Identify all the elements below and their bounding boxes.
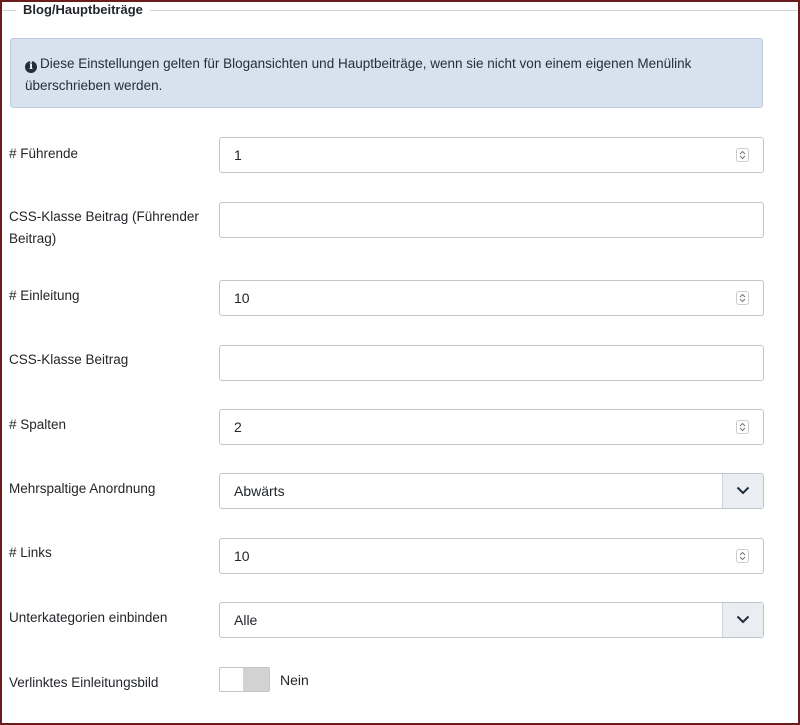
links-number-input[interactable]: 10 bbox=[219, 538, 764, 574]
multi-column-order-select[interactable]: Abwärts bbox=[219, 473, 764, 509]
info-text-line1: Diese Einstellungen gelten für Blogansic… bbox=[40, 56, 692, 71]
label-leading-css-line2: Beitrag) bbox=[9, 231, 57, 246]
spinner-arrows-icon[interactable] bbox=[736, 148, 749, 162]
spinner-arrows-icon[interactable] bbox=[736, 291, 749, 305]
label-intro-css: CSS-Klasse Beitrag bbox=[9, 352, 129, 367]
intro-number-input[interactable]: 10 bbox=[219, 280, 764, 316]
info-text-line2: überschrieben werden. bbox=[25, 78, 163, 93]
spinner-arrows-icon[interactable] bbox=[736, 420, 749, 434]
chevron-down-icon[interactable] bbox=[722, 603, 763, 637]
label-multi-column-order: Mehrspaltige Anordnung bbox=[9, 481, 156, 496]
subcategories-select[interactable]: Alle bbox=[219, 602, 764, 638]
spinner-arrows-icon[interactable] bbox=[736, 549, 749, 563]
label-leading: # Führende bbox=[9, 146, 79, 161]
label-links: # Links bbox=[9, 545, 52, 560]
links-value: 10 bbox=[234, 548, 250, 564]
multi-column-order-selected: Abwärts bbox=[234, 483, 285, 499]
label-leading-css-line1: CSS-Klasse Beitrag (Führender bbox=[9, 209, 199, 224]
intro-css-input[interactable] bbox=[219, 345, 764, 381]
leading-css-input[interactable] bbox=[219, 202, 764, 238]
columns-number-input[interactable]: 2 bbox=[219, 409, 764, 445]
label-intro: # Einleitung bbox=[9, 288, 80, 303]
label-linked-intro-image: Verlinktes Einleitungsbild bbox=[9, 675, 159, 690]
label-subcategories: Unterkategorien einbinden bbox=[9, 610, 168, 625]
linked-intro-image-state: Nein bbox=[280, 672, 309, 688]
fieldset-legend: Blog/Hauptbeiträge bbox=[16, 2, 150, 17]
label-leading-css: CSS-Klasse Beitrag (Führender Beitrag) bbox=[9, 206, 209, 250]
linked-intro-image-toggle[interactable] bbox=[219, 667, 270, 692]
columns-value: 2 bbox=[234, 419, 242, 435]
leading-value: 1 bbox=[234, 147, 242, 163]
info-alert: i Diese Einstellungen gelten für Blogansi… bbox=[10, 38, 763, 108]
chevron-down-icon[interactable] bbox=[722, 474, 763, 508]
leading-number-input[interactable]: 1 bbox=[219, 137, 764, 173]
toggle-knob bbox=[243, 668, 269, 691]
intro-value: 10 bbox=[234, 290, 250, 306]
label-columns: # Spalten bbox=[9, 417, 67, 432]
info-circle-icon: i bbox=[25, 61, 37, 73]
subcategories-selected: Alle bbox=[234, 612, 258, 628]
